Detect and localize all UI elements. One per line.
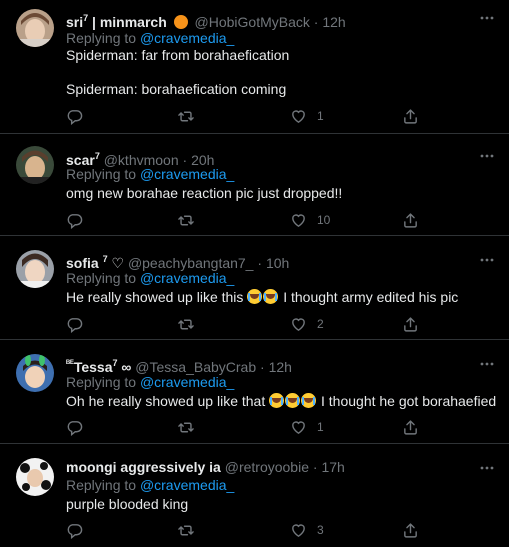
user-handle[interactable]: @HobiGotMyBack	[195, 14, 310, 30]
action-bar: 1	[66, 107, 466, 125]
user-handle[interactable]: @retroyoobie	[225, 459, 309, 475]
retweet-icon	[178, 525, 194, 535]
timestamp[interactable]: 12h	[269, 359, 292, 375]
heart-icon	[292, 420, 305, 434]
crying-emoji-icon	[263, 289, 279, 304]
retweet-icon	[178, 422, 194, 432]
mention-link[interactable]: @cravemedia_	[140, 30, 234, 46]
reply-button[interactable]	[66, 521, 83, 539]
timestamp[interactable]: 10h	[266, 255, 289, 271]
share-button[interactable]	[402, 418, 419, 436]
crying-emoji-icon	[269, 393, 285, 408]
heart-icon	[292, 109, 305, 123]
tweet-text: Spiderman: borahaefication coming	[66, 81, 287, 97]
retweet-button[interactable]	[177, 418, 195, 436]
tweet-reply[interactable]: ᴮᴱTessa7 ∞ @Tessa_BabyCrab · 12h Replyin…	[0, 340, 509, 444]
retweet-icon	[178, 319, 194, 329]
tweet-text: Oh he really showed up like that I thoug…	[66, 393, 497, 409]
more-icon[interactable]	[479, 356, 495, 372]
tweet-reply[interactable]: sri7 | minmarch @HobiGotMyBack · 12h Rep…	[0, 0, 509, 134]
action-bar: 1	[66, 418, 466, 436]
share-button[interactable]	[402, 315, 419, 333]
share-icon	[404, 419, 417, 435]
replying-to: Replying to @cravemedia_	[66, 374, 235, 390]
avatar[interactable]	[16, 458, 54, 496]
more-icon[interactable]	[479, 10, 495, 26]
reply-button[interactable]	[66, 211, 83, 229]
retweet-button[interactable]	[177, 315, 195, 333]
tweet-header: sri7 | minmarch @HobiGotMyBack · 12h	[66, 13, 346, 30]
replying-to: Replying to @cravemedia_	[66, 270, 235, 286]
reply-icon	[67, 213, 83, 229]
reply-icon	[67, 109, 83, 125]
replying-to: Replying to @cravemedia_	[66, 30, 235, 46]
replying-to: Replying to @cravemedia_	[66, 166, 235, 182]
timestamp[interactable]: 12h	[322, 14, 345, 30]
tweet-text: omg new borahae reaction pic just droppe…	[66, 185, 343, 201]
heart-icon	[292, 317, 305, 331]
heart-icon	[292, 523, 305, 537]
replying-to: Replying to @cravemedia_	[66, 477, 235, 493]
avatar[interactable]	[16, 146, 54, 184]
tweet-reply[interactable]: moongi aggressively ia @retroyoobie · 17…	[0, 444, 509, 547]
share-icon	[404, 316, 417, 332]
like-count: 2	[317, 317, 324, 331]
more-icon[interactable]	[479, 148, 495, 164]
reply-button[interactable]	[66, 107, 83, 125]
reply-icon	[67, 523, 83, 539]
mention-link[interactable]: @cravemedia_	[140, 374, 234, 390]
avatar[interactable]	[16, 9, 54, 47]
reply-icon	[67, 317, 83, 333]
tweet-header: moongi aggressively ia @retroyoobie · 17…	[66, 459, 345, 475]
crying-emoji-icon	[247, 289, 263, 304]
emoji-badge-icon	[173, 15, 188, 29]
retweet-button[interactable]	[177, 211, 195, 229]
more-icon[interactable]	[479, 252, 495, 268]
action-bar: 3	[66, 521, 466, 539]
share-icon	[404, 522, 417, 538]
like-button[interactable]: 1	[290, 418, 324, 436]
action-bar: 10	[66, 211, 466, 229]
tweet-text: Spiderman: far from borahaefication	[66, 47, 290, 63]
display-name[interactable]: sri7 | minmarch	[66, 13, 167, 30]
retweet-button[interactable]	[177, 107, 195, 125]
like-button[interactable]: 3	[290, 521, 324, 539]
tweet-text: purple blooded king	[66, 496, 189, 512]
mention-link[interactable]: @cravemedia_	[140, 166, 234, 182]
avatar[interactable]	[16, 354, 54, 392]
share-button[interactable]	[402, 211, 419, 229]
mention-link[interactable]: @cravemedia_	[140, 270, 234, 286]
heart-icon	[292, 213, 305, 227]
like-button[interactable]: 2	[290, 315, 324, 333]
tweet-reply[interactable]: sofia 7 ♡ @peachybangtan7_ · 10h Replyin…	[0, 236, 509, 340]
mention-link[interactable]: @cravemedia_	[140, 477, 234, 493]
more-icon[interactable]	[479, 460, 495, 476]
like-count: 3	[317, 523, 324, 537]
like-count: 1	[317, 109, 324, 123]
crying-emoji-icon	[285, 393, 301, 408]
like-button[interactable]: 10	[290, 211, 330, 229]
retweet-icon	[178, 111, 194, 121]
avatar[interactable]	[16, 250, 54, 288]
timestamp[interactable]: 17h	[321, 459, 344, 475]
share-button[interactable]	[402, 521, 419, 539]
tweet-reply[interactable]: scar7 @kthvmoon · 20h Replying to @crave…	[0, 134, 509, 236]
tweet-text: He really showed up like this I thought …	[66, 289, 459, 305]
share-icon	[404, 108, 417, 124]
share-button[interactable]	[402, 107, 419, 125]
like-button[interactable]: 1	[290, 107, 324, 125]
crying-emoji-icon	[301, 393, 317, 408]
reply-feed: sri7 | minmarch @HobiGotMyBack · 12h Rep…	[0, 0, 509, 547]
like-count: 1	[317, 420, 324, 434]
display-name[interactable]: moongi aggressively ia	[66, 459, 221, 475]
action-bar: 2	[66, 315, 466, 333]
retweet-icon	[178, 215, 194, 225]
share-icon	[404, 212, 417, 228]
reply-button[interactable]	[66, 418, 83, 436]
reply-icon	[67, 420, 83, 436]
like-count: 10	[317, 213, 331, 227]
reply-button[interactable]	[66, 315, 83, 333]
retweet-button[interactable]	[177, 521, 195, 539]
